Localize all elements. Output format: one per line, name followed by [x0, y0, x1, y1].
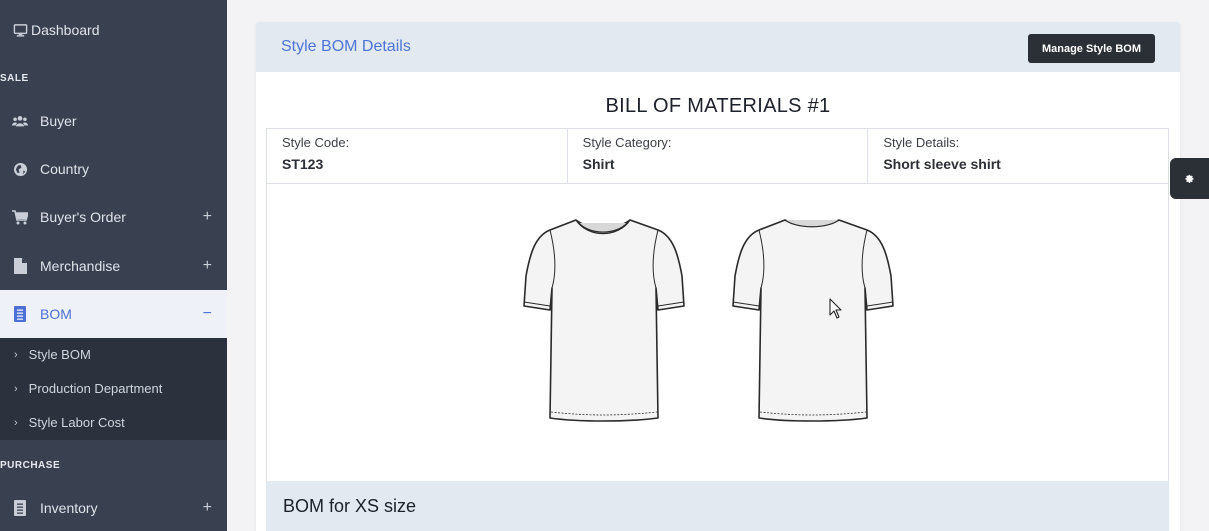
style-category-cell: Style Category: Shirt	[568, 129, 869, 183]
expand-icon: +	[202, 208, 212, 225]
chevron-right-icon: ›	[14, 348, 18, 361]
mouse-cursor-icon	[829, 298, 842, 319]
style-details-value: Short sleeve shirt	[883, 156, 1001, 172]
chevron-right-icon: ›	[14, 382, 18, 395]
globe-icon	[12, 161, 28, 177]
users-icon	[12, 113, 28, 129]
sidebar-item-buyers-order[interactable]: Buyer's Order +	[0, 193, 227, 241]
sidebar-item-label: Dashboard	[31, 22, 100, 38]
sidebar-item-label: Country	[40, 161, 90, 177]
style-category-label: Style Category:	[582, 135, 672, 150]
section-label-sale: SALE	[0, 73, 29, 84]
sidebar-item-label: Buyer's Order	[40, 209, 126, 225]
manage-style-bom-button[interactable]: Manage Style BOM	[1027, 34, 1155, 63]
style-bom-card: Style BOM Details Manage Style BOM BILL …	[256, 22, 1180, 531]
sidebar-item-label: Buyer	[40, 113, 77, 129]
sidebar-item-country[interactable]: Country	[0, 145, 227, 193]
style-image-area	[266, 184, 1169, 481]
submenu-item-style-bom[interactable]: › Style BOM	[14, 347, 91, 362]
submenu-item-label: Style BOM	[28, 347, 91, 362]
card-title: Style BOM Details	[281, 38, 411, 55]
settings-toggle-button[interactable]	[1170, 158, 1209, 199]
tshirt-back-image	[732, 219, 894, 422]
submenu-item-label: Production Department	[28, 381, 163, 396]
submenu-item-production-department[interactable]: › Production Department	[14, 381, 162, 396]
sidebar-item-label: Inventory	[40, 500, 98, 516]
sidebar-item-inventory[interactable]: Inventory +	[0, 484, 227, 531]
gear-icon	[1184, 174, 1193, 183]
style-details-cell: Style Details: Short sleeve shirt	[868, 129, 1168, 183]
bom-size-section-header: BOM for XS size	[266, 481, 1169, 531]
receipt-icon	[12, 500, 28, 516]
bom-size-title: BOM for XS size	[283, 496, 417, 516]
bom-submenu: › Style BOM › Production Department › St…	[0, 338, 227, 440]
monitor-icon	[12, 22, 28, 38]
style-category-value: Shirt	[582, 156, 615, 172]
style-details-label: Style Details:	[883, 135, 960, 150]
sidebar-item-label: Merchandise	[40, 258, 121, 274]
expand-icon: +	[202, 499, 212, 516]
chevron-right-icon: ›	[14, 416, 18, 429]
style-code-cell: Style Code: ST123	[267, 129, 568, 183]
sidebar-item-dashboard[interactable]: Dashboard	[0, 6, 227, 54]
card-header: Style BOM Details Manage Style BOM	[256, 22, 1180, 72]
sidebar: Dashboard SALE Buyer Country Buyer's Ord…	[0, 0, 227, 531]
sidebar-item-label: BOM	[40, 306, 72, 322]
collapse-icon: −	[202, 305, 212, 322]
cart-icon	[12, 209, 28, 225]
submenu-item-label: Style Labor Cost	[28, 415, 125, 430]
section-label-purchase: PURCHASE	[0, 460, 61, 471]
expand-icon: +	[202, 257, 212, 274]
file-icon	[12, 258, 28, 274]
submenu-item-style-labor-cost[interactable]: › Style Labor Cost	[14, 415, 125, 430]
style-code-label: Style Code:	[282, 135, 350, 150]
bom-title: BILL OF MATERIALS #1	[605, 95, 831, 117]
style-code-value: ST123	[282, 156, 324, 172]
sidebar-item-buyer[interactable]: Buyer	[0, 97, 227, 145]
style-info-row: Style Code: ST123 Style Category: Shirt …	[266, 128, 1169, 184]
sidebar-item-merchandise[interactable]: Merchandise +	[0, 242, 227, 290]
receipt-icon	[12, 306, 28, 322]
tshirt-front-image	[523, 219, 685, 422]
sidebar-item-bom[interactable]: BOM −	[0, 290, 227, 338]
